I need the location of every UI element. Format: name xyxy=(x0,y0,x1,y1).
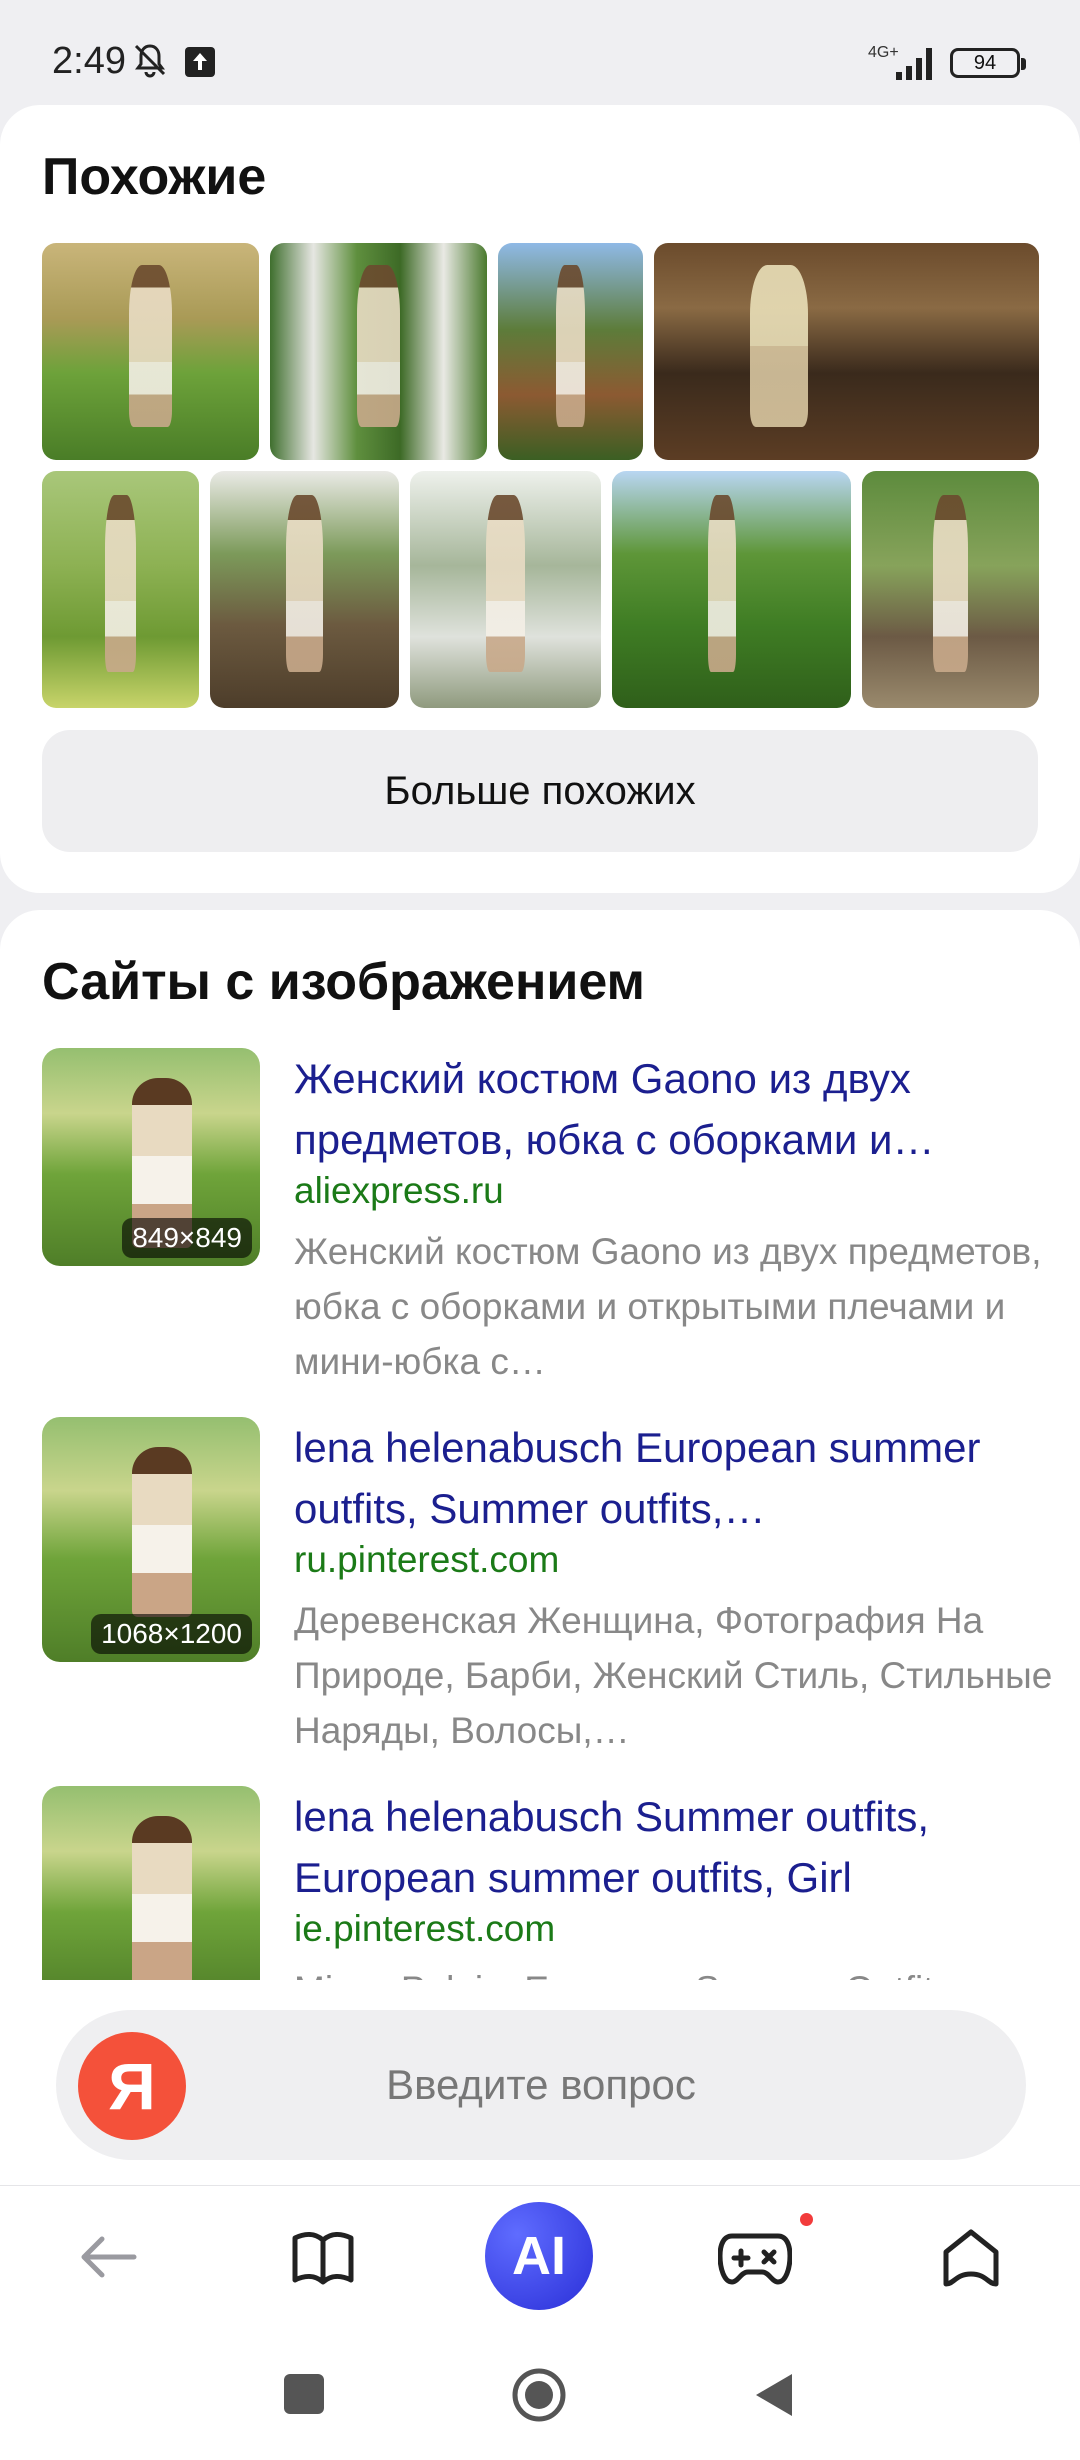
book-icon xyxy=(292,2232,354,2285)
upload-icon xyxy=(185,47,215,77)
result-title-link[interactable]: lena helenabusch European summer outfits… xyxy=(294,1417,1064,1539)
yandex-logo-icon[interactable]: Я xyxy=(78,2032,186,2140)
back-button[interactable] xyxy=(32,2186,182,2331)
similar-image[interactable] xyxy=(612,471,851,708)
games-button[interactable] xyxy=(680,2186,830,2331)
home-circle-icon[interactable] xyxy=(510,2366,568,2424)
search-input[interactable]: Введите вопрос xyxy=(56,2010,1026,2160)
similar-section: Похожие Больше похожих xyxy=(0,105,1080,893)
similar-image[interactable] xyxy=(498,243,643,460)
similar-image[interactable] xyxy=(210,471,399,708)
home-button[interactable] xyxy=(896,2186,1046,2331)
bottom-nav: AI xyxy=(0,2185,1080,2331)
system-nav xyxy=(0,2330,1080,2460)
book-button[interactable] xyxy=(248,2186,398,2331)
result-snippet: Деревенская Женщина, Фотография На Приро… xyxy=(294,1600,1053,1751)
similar-image[interactable] xyxy=(862,471,1039,708)
arrow-left-icon xyxy=(81,2236,137,2278)
battery-level: 94 xyxy=(973,52,997,74)
similar-image[interactable] xyxy=(42,471,199,708)
result-thumbnail[interactable]: 1068×1200 xyxy=(42,1417,260,1662)
back-triangle-icon[interactable] xyxy=(752,2370,796,2420)
ai-assistant-button[interactable]: AI xyxy=(485,2202,593,2310)
status-bar: 2:49 4G+ 94 xyxy=(0,0,1080,105)
battery-indicator: 94 xyxy=(950,48,1026,78)
result-snippet: Mirror Pelaie, European Summer Outfits… xyxy=(294,1962,1064,1980)
section-title: Сайты с изображением xyxy=(42,953,646,1011)
result-snippet: Женский костюм Gaono из двух предметов, … xyxy=(294,1231,1042,1382)
result-title-link[interactable]: lena helenabusch Summer outfits, Europea… xyxy=(294,1786,1064,1908)
bell-muted-icon xyxy=(134,44,166,78)
recent-apps-button[interactable] xyxy=(284,2374,324,2414)
result-item[interactable]: 1068×1200 lena helenabusch European summ… xyxy=(42,1417,1052,1762)
similar-image[interactable] xyxy=(654,243,1039,460)
result-thumbnail[interactable] xyxy=(42,1786,260,1980)
more-similar-button[interactable]: Больше похожих xyxy=(42,730,1038,852)
image-size-badge: 849×849 xyxy=(122,1218,252,1258)
sites-section: Сайты с изображением 849×849 Женский кос… xyxy=(0,910,1080,1980)
result-domain[interactable]: aliexpress.ru xyxy=(294,1170,504,1212)
result-domain[interactable]: ru.pinterest.com xyxy=(294,1539,559,1581)
status-time: 2:49 xyxy=(52,40,126,82)
result-domain[interactable]: ie.pinterest.com xyxy=(294,1908,555,1950)
similar-image[interactable] xyxy=(410,471,601,708)
search-bar[interactable]: Введите вопрос Я xyxy=(56,2010,1026,2160)
gamepad-icon xyxy=(718,2233,792,2285)
notification-dot xyxy=(800,2213,813,2226)
similar-image[interactable] xyxy=(42,243,259,460)
result-thumbnail[interactable]: 849×849 xyxy=(42,1048,260,1266)
result-item[interactable]: lena helenabusch Summer outfits, Europea… xyxy=(42,1786,1042,1980)
signal-icon xyxy=(896,48,932,80)
result-item[interactable]: 849×849 Женский костюм Gaono из двух пре… xyxy=(42,1048,1042,1393)
result-title-link[interactable]: Женский костюм Gaono из двух предметов, … xyxy=(294,1048,1064,1170)
image-size-badge: 1068×1200 xyxy=(91,1614,252,1654)
home-icon xyxy=(943,2229,999,2287)
similar-image[interactable] xyxy=(270,243,487,460)
section-title: Похожие xyxy=(42,148,267,206)
